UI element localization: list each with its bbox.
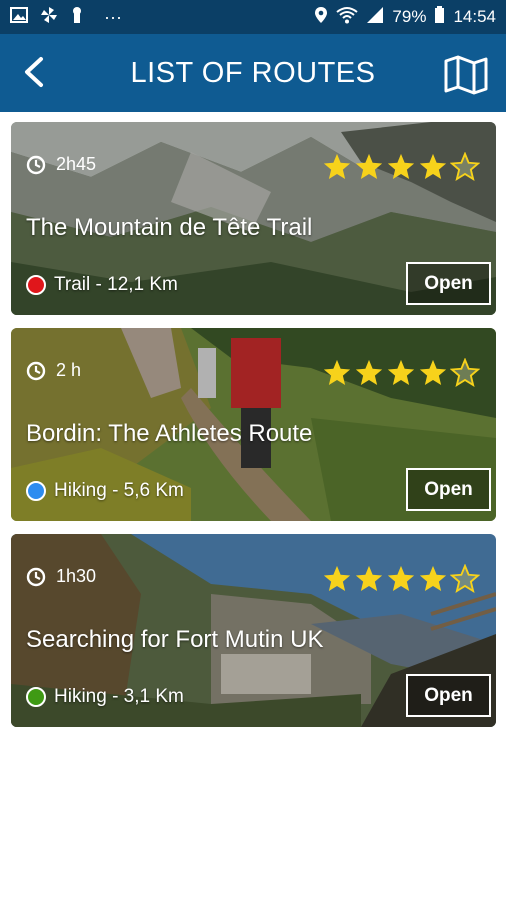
rating-stars (322, 152, 480, 182)
clock-time: 14:54 (453, 7, 496, 26)
star-empty-icon (450, 152, 480, 181)
star-filled-icon (355, 359, 383, 385)
open-button[interactable]: Open (406, 674, 491, 717)
star-filled-icon (387, 153, 415, 179)
star-filled-icon (323, 153, 351, 179)
star-filled-icon (355, 565, 383, 591)
star-filled-icon (323, 565, 351, 591)
clock-icon (26, 567, 46, 586)
arrow-left-icon (25, 57, 43, 87)
duration-text: 1h30 (56, 566, 97, 586)
star-empty-icon (450, 564, 480, 593)
duration: 1h30 (26, 566, 96, 587)
category-dot (26, 687, 46, 707)
star-empty-icon (450, 358, 480, 387)
star-filled-icon (419, 359, 447, 385)
location-icon (314, 6, 328, 29)
battery-percent: 79% (392, 7, 427, 26)
route-meta: Hiking - 3,1 Km (26, 686, 184, 708)
clock-icon (26, 361, 46, 380)
category-dot (26, 275, 46, 295)
pinwheel-icon (40, 6, 58, 29)
app-bar: LIST OF ROUTES (0, 34, 506, 112)
status-bar: ··· 79% 14:54 (0, 0, 506, 34)
map-button[interactable] (444, 54, 488, 96)
back-button[interactable] (14, 52, 54, 92)
more-notifications: ··· (104, 6, 122, 27)
star-filled-icon (355, 153, 383, 179)
open-button[interactable]: Open (406, 468, 491, 511)
image-icon (10, 6, 28, 28)
battery-icon (434, 5, 445, 29)
route-category: Hiking - 5,6 Km (54, 480, 184, 501)
route-category: Hiking - 3,1 Km (54, 686, 184, 707)
route-card[interactable]: 2h45 The Mountain de Tête Trail Trail - … (11, 122, 496, 315)
open-button[interactable]: Open (406, 262, 491, 305)
star-filled-icon (387, 359, 415, 385)
star-filled-icon (387, 565, 415, 591)
route-category: Trail - 12,1 Km (54, 274, 178, 295)
star-filled-icon (323, 359, 351, 385)
route-card[interactable]: 1h30 Searching for Fort Mutin UK Hiking … (11, 534, 496, 727)
rating-stars (322, 564, 480, 594)
duration-text: 2h45 (56, 154, 97, 174)
wifi-icon (336, 6, 359, 29)
status-right: 79% 14:54 (314, 5, 496, 29)
duration: 2 h (26, 360, 81, 381)
clock-icon (26, 155, 46, 174)
route-title: Searching for Fort Mutin UK (26, 626, 324, 653)
page-title: LIST OF ROUTES (130, 56, 376, 89)
route-title: The Mountain de Tête Trail (26, 214, 313, 241)
route-meta: Trail - 12,1 Km (26, 274, 178, 296)
route-card[interactable]: 2 h Bordin: The Athletes Route Hiking - … (11, 328, 496, 521)
star-filled-icon (419, 153, 447, 179)
rating-stars (322, 358, 480, 388)
category-dot (26, 481, 46, 501)
keyhole-icon (70, 6, 84, 29)
status-left: ··· (10, 6, 122, 29)
duration: 2h45 (26, 154, 96, 175)
star-filled-icon (419, 565, 447, 591)
route-title: Bordin: The Athletes Route (26, 420, 313, 447)
signal-icon (366, 6, 384, 29)
map-icon (444, 55, 488, 95)
duration-text: 2 h (56, 360, 82, 380)
route-meta: Hiking - 5,6 Km (26, 480, 184, 502)
